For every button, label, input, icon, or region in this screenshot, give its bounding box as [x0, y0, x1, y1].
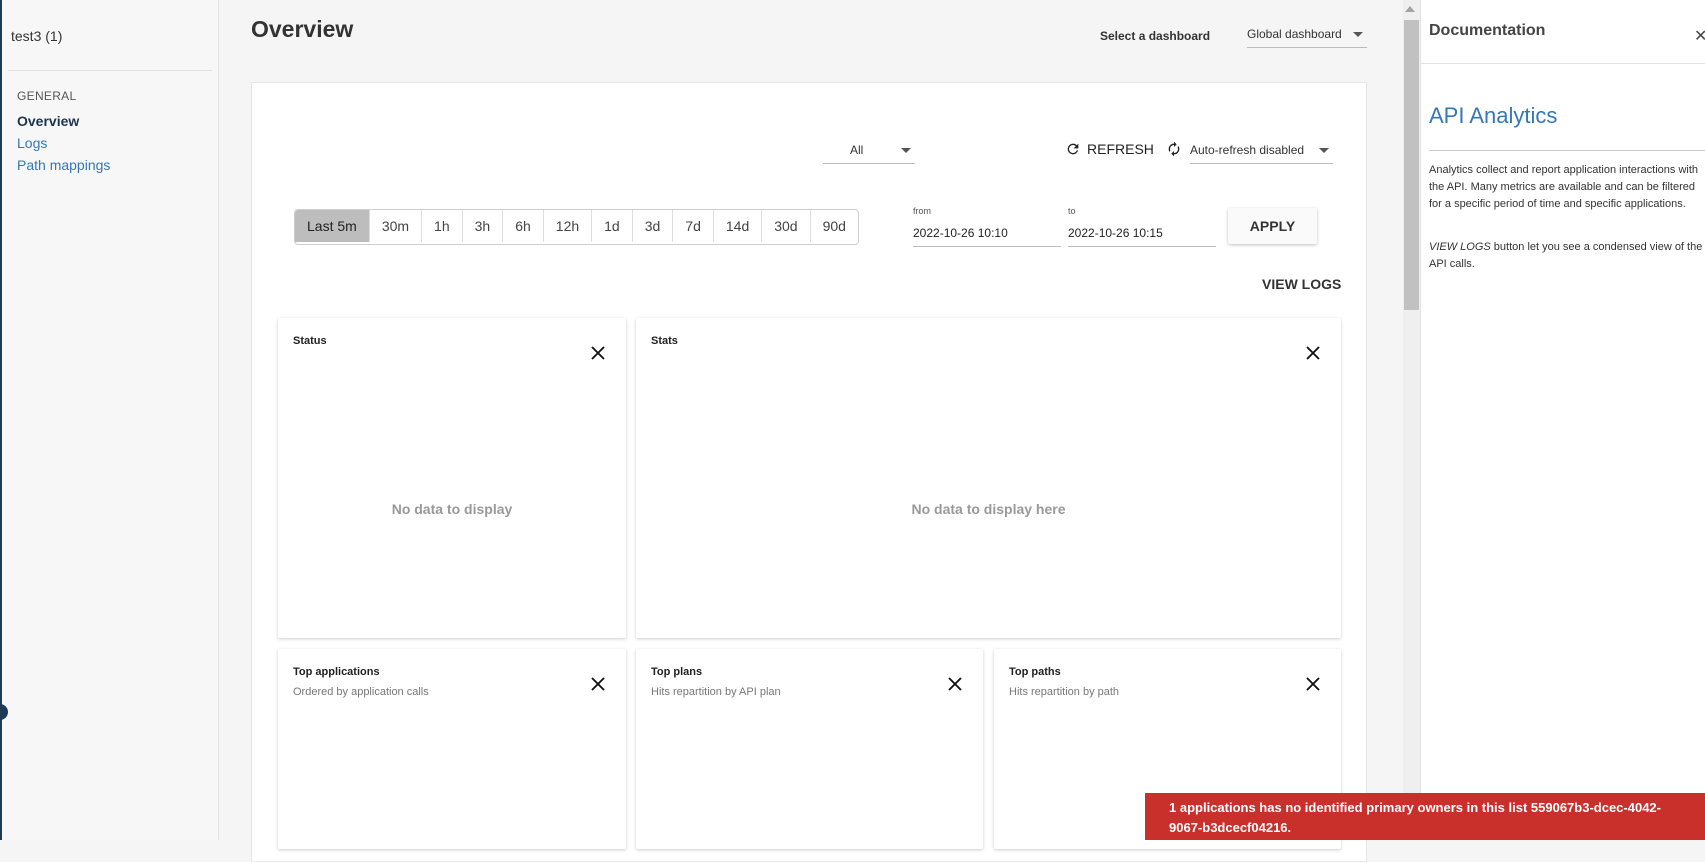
top-applications-widget: Top applications Ordered by application … [278, 649, 626, 849]
project-name: test3 (1) [11, 28, 63, 44]
widget-subtitle: Hits repartition by path [1009, 686, 1120, 698]
close-icon[interactable] [589, 344, 607, 362]
widget-title: Top applications [293, 666, 380, 678]
from-label: from [913, 206, 931, 216]
page-title: Overview [251, 16, 354, 42]
timeframe-6h[interactable]: 6h [503, 210, 544, 242]
timeframe-3d[interactable]: 3d [633, 210, 674, 242]
auto-refresh-select[interactable]: Auto-refresh disabled [1190, 140, 1333, 164]
chevron-down-icon [901, 148, 911, 153]
dashboard-select-label: Select a dashboard [1100, 29, 1211, 43]
top-plans-widget: Top plans Hits repartition by API plan [636, 649, 983, 849]
refresh-icon [1067, 143, 1079, 155]
sidebar-section-general: GENERAL [17, 89, 77, 103]
autorenew-icon [1168, 141, 1180, 157]
sidebar-divider [8, 70, 212, 71]
dashboard-select[interactable]: Global dashboard [1247, 24, 1367, 48]
timeframe-last-5m[interactable]: Last 5m [295, 210, 370, 242]
timeframe-1h[interactable]: 1h [422, 210, 463, 242]
scrollbar-thumb[interactable] [1404, 20, 1419, 310]
close-icon[interactable]: ✕ [1694, 26, 1705, 46]
chevron-down-icon [1319, 148, 1329, 153]
close-icon[interactable] [1304, 675, 1322, 693]
doc-paragraph-2: VIEW LOGS button let you see a condensed… [1429, 239, 1704, 273]
doc-emphasis: VIEW LOGS [1429, 241, 1491, 253]
documentation-title: Documentation [1429, 22, 1546, 39]
sidebar-item-overview[interactable]: Overview [17, 113, 79, 129]
refresh-button[interactable]: REFRESH [1065, 141, 1154, 157]
widget-subtitle: Hits repartition by API plan [651, 686, 781, 698]
apply-button[interactable]: APPLY [1228, 208, 1317, 244]
scroll-up-arrow-icon[interactable] [1405, 6, 1415, 12]
timeframe-30m[interactable]: 30m [370, 210, 423, 242]
close-icon[interactable] [589, 675, 607, 693]
timeframe-1d[interactable]: 1d [592, 210, 633, 242]
timeframe-toggle-group: Last 5m 30m 1h 3h 6h 12h 1d 3d 7d 14d 30… [294, 209, 859, 245]
filter-select[interactable]: All [823, 140, 915, 164]
close-icon[interactable] [1304, 344, 1322, 362]
to-date-input[interactable]: 2022-10-26 10:15 [1068, 226, 1216, 247]
timeframe-12h[interactable]: 12h [544, 210, 593, 242]
doc-rule [1429, 150, 1705, 151]
status-widget: Status No data to display [278, 318, 626, 638]
sidebar-item-logs[interactable]: Logs [17, 135, 47, 151]
timeframe-7d[interactable]: 7d [673, 210, 714, 242]
sidebar-item-path-mappings[interactable]: Path mappings [17, 157, 110, 173]
refresh-label: REFRESH [1087, 141, 1154, 157]
empty-state-text: No data to display [391, 501, 513, 517]
widget-title: Top paths [1009, 666, 1061, 678]
timeframe-3h[interactable]: 3h [463, 210, 504, 242]
timeframe-30d[interactable]: 30d [762, 210, 811, 242]
widget-title: Status [293, 335, 327, 347]
from-date-input[interactable]: 2022-10-26 10:10 [913, 226, 1061, 247]
auto-refresh-control[interactable]: Auto-refresh disabled [1166, 140, 1333, 164]
dashboard-select-value: Global dashboard [1247, 27, 1342, 41]
doc-paragraph-1: Analytics collect and report application… [1429, 164, 1699, 210]
chevron-down-icon [1353, 32, 1363, 37]
widget-subtitle: Ordered by application calls [293, 686, 429, 698]
filter-select-value: All [850, 143, 864, 157]
widget-title: Top plans [651, 666, 703, 678]
timeframe-90d[interactable]: 90d [811, 210, 858, 242]
empty-state-text: No data to display here [911, 501, 1066, 517]
doc-divider [1421, 63, 1705, 64]
view-logs-button[interactable]: VIEW LOGS [1262, 276, 1341, 292]
error-toast[interactable]: 1 applications has no identified primary… [1145, 793, 1705, 840]
timeframe-14d[interactable]: 14d [714, 210, 763, 242]
widget-title: Stats [651, 335, 678, 347]
stats-widget: Stats No data to display here [636, 318, 1341, 638]
close-icon[interactable] [946, 675, 964, 693]
doc-heading: API Analytics [1429, 103, 1558, 128]
to-label: to [1068, 206, 1076, 216]
auto-refresh-value: Auto-refresh disabled [1190, 143, 1305, 157]
